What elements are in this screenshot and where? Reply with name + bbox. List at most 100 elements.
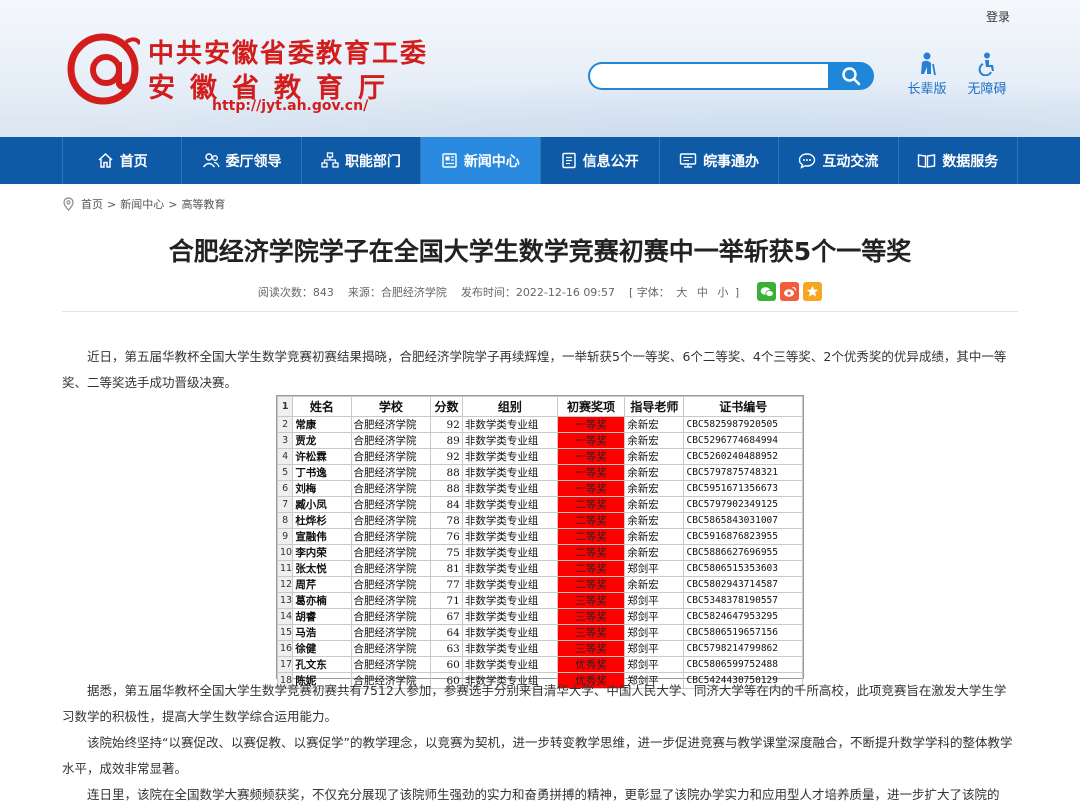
table-cell: 非数学类专业组 xyxy=(461,448,558,465)
table-cell: 非数学类专业组 xyxy=(461,528,558,545)
font-size-small[interactable]: 小 xyxy=(717,286,728,299)
row-number: 4 xyxy=(276,448,294,465)
nav-item-service[interactable]: 皖事通办 xyxy=(660,137,780,184)
table-cell: 二等奖 xyxy=(556,544,626,561)
table-cell: 合肥经济学院 xyxy=(350,608,432,625)
column-header: 分数 xyxy=(430,396,463,417)
breadcrumb-higher-education[interactable]: 高等教育 xyxy=(181,196,225,212)
row-number: 13 xyxy=(276,592,294,609)
table-row: 16 徐健 合肥经济学院 63 非数学类专业组 三等奖 郑剑平 CBC579821479986… xyxy=(276,640,803,657)
nav-item-interaction[interactable]: 互动交流 xyxy=(779,137,899,184)
star-icon xyxy=(806,285,819,297)
article-source: 来源：合肥经济学院 xyxy=(347,285,447,299)
table-cell: 67 xyxy=(430,608,463,625)
nav-label: 互动交流 xyxy=(822,153,879,170)
search-input[interactable] xyxy=(588,62,828,90)
nav-item-info[interactable]: 信息公开 xyxy=(541,137,660,184)
share-wechat-button[interactable] xyxy=(757,282,777,301)
table-cell: CBC5886627696955 xyxy=(683,544,803,561)
table-cell: 徐健 xyxy=(292,640,352,657)
table-cell: CBC5296774684994 xyxy=(683,432,803,449)
table-cell: 合肥经济学院 xyxy=(350,544,432,561)
table-cell: 81 xyxy=(430,560,463,577)
table-cell: 非数学类专业组 xyxy=(461,480,558,497)
table-cell: CBC5865843031007 xyxy=(683,512,803,529)
row-number: 5 xyxy=(276,464,294,481)
font-size-medium[interactable]: 中 xyxy=(697,286,708,299)
table-cell: 丁书逸 xyxy=(292,464,352,481)
breadcrumb-separator: > xyxy=(107,197,117,211)
table-cell: 马浩 xyxy=(292,624,352,641)
table-row: 5 丁书逸 合肥经济学院 88 非数学类专业组 一等奖 余新宏 CBC579787574832… xyxy=(276,464,803,481)
column-header: 证书编号 xyxy=(683,396,803,417)
row-number: 12 xyxy=(276,576,294,593)
table-row: 2 常康 合肥经济学院 92 非数学类专业组 一等奖 余新宏 CBC5825987920505 xyxy=(276,416,803,433)
font-size-large[interactable]: 大 xyxy=(676,286,687,299)
nav-item-departments[interactable]: 职能部门 xyxy=(302,137,422,184)
table-cell: 二等奖 xyxy=(556,576,626,593)
table-cell: 非数学类专业组 xyxy=(461,592,558,609)
table-cell: 郑剑平 xyxy=(624,608,685,625)
main-nav: 首页 委厅领导 职能部门 新闻中心 信息公开 皖事通办 互动交流 数据服务 xyxy=(0,137,1080,184)
breadcrumb-home[interactable]: 首页 xyxy=(81,196,103,212)
table-cell: 一等奖 xyxy=(556,432,626,449)
nav-label: 首页 xyxy=(119,153,148,170)
table-cell: 郑剑平 xyxy=(624,640,685,657)
table-cell: 非数学类专业组 xyxy=(461,576,558,593)
table-cell: 88 xyxy=(430,480,463,497)
share-qzone-button[interactable] xyxy=(803,282,823,301)
search-button[interactable] xyxy=(828,62,874,90)
table-cell: CBC5797902349125 xyxy=(683,496,803,513)
table-cell: 非数学类专业组 xyxy=(461,640,558,657)
table-cell: 宣融伟 xyxy=(292,528,352,545)
results-table: 1 姓名 学校 分数 组别 初赛奖项 指导老师 证书编号 2 常康 合肥经济学院 92… xyxy=(276,396,803,689)
article-paragraph-4: 连日里，该院在全国数学大赛频频获奖，不仅充分展现了该院师生强劲的实力和奋勇拼搏的… xyxy=(87,787,1000,802)
table-cell: 合肥经济学院 xyxy=(350,432,432,449)
share-weibo-button[interactable] xyxy=(780,282,800,301)
table-cell: 许松霖 xyxy=(292,448,352,465)
breadcrumb: 首页 > 新闻中心 > 高等教育 xyxy=(62,196,225,212)
nav-label: 信息公开 xyxy=(582,153,639,170)
table-cell: 三等奖 xyxy=(556,592,626,609)
table-cell: 89 xyxy=(430,432,463,449)
table-cell: 合肥经济学院 xyxy=(350,656,432,673)
departments-icon xyxy=(321,152,339,168)
breadcrumb-news[interactable]: 新闻中心 xyxy=(120,196,164,212)
nav-label: 数据服务 xyxy=(942,153,999,170)
home-icon xyxy=(98,152,113,168)
wechat-icon xyxy=(760,286,774,297)
table-cell: 余新宏 xyxy=(624,496,685,513)
table-cell: 一等奖 xyxy=(556,416,626,433)
row-number: 9 xyxy=(276,528,294,545)
table-cell: CBC5802943714587 xyxy=(683,576,803,593)
font-size-switcher: [ 字体： 大 中 小 ] xyxy=(629,284,739,300)
table-cell: 余新宏 xyxy=(624,528,685,545)
table-cell: CBC5797875748321 xyxy=(683,464,803,481)
nav-item-news[interactable]: 新闻中心 xyxy=(421,137,541,184)
table-row: 15 马浩 合肥经济学院 64 非数学类专业组 三等奖 郑剑平 CBC580651965715… xyxy=(276,624,803,641)
publish-time: 发布时间：2022-12-16 09:57 xyxy=(460,285,616,299)
table-cell: 刘梅 xyxy=(292,480,352,497)
meta-divider xyxy=(62,311,1018,312)
row-number: 11 xyxy=(276,560,294,577)
logo-emblem-icon[interactable] xyxy=(66,32,140,106)
table-row: 13 葛亦楠 合肥经济学院 71 非数学类专业组 三等奖 郑剑平 CBC53483781905… xyxy=(276,592,803,609)
results-spreadsheet-image: 1 姓名 学校 分数 组别 初赛奖项 指导老师 证书编号 2 常康 合肥经济学院 92… xyxy=(276,395,804,689)
font-size-label-open: [ 字体： xyxy=(629,285,670,299)
weibo-icon xyxy=(783,286,796,297)
table-header-row: 1 姓名 学校 分数 组别 初赛奖项 指导老师 证书编号 xyxy=(276,396,803,417)
table-cell: CBC5825987920505 xyxy=(683,416,803,433)
row-number: 7 xyxy=(276,496,294,513)
accessibility-link[interactable]: 无障碍 xyxy=(962,52,1012,97)
login-link[interactable]: 登录 xyxy=(986,8,1010,25)
table-cell: 胡睿 xyxy=(292,608,352,625)
elder-mode-link[interactable]: 长辈版 xyxy=(902,52,952,97)
table-cell: 非数学类专业组 xyxy=(461,560,558,577)
nav-item-data[interactable]: 数据服务 xyxy=(899,137,1018,184)
table-cell: CBC5798214799862 xyxy=(683,640,803,657)
nav-item-home[interactable]: 首页 xyxy=(62,137,183,184)
table-cell: 77 xyxy=(430,576,463,593)
table-cell: 二等奖 xyxy=(556,528,626,545)
nav-item-leaders[interactable]: 委厅领导 xyxy=(182,137,302,184)
table-cell: 杜烨杉 xyxy=(292,512,352,529)
